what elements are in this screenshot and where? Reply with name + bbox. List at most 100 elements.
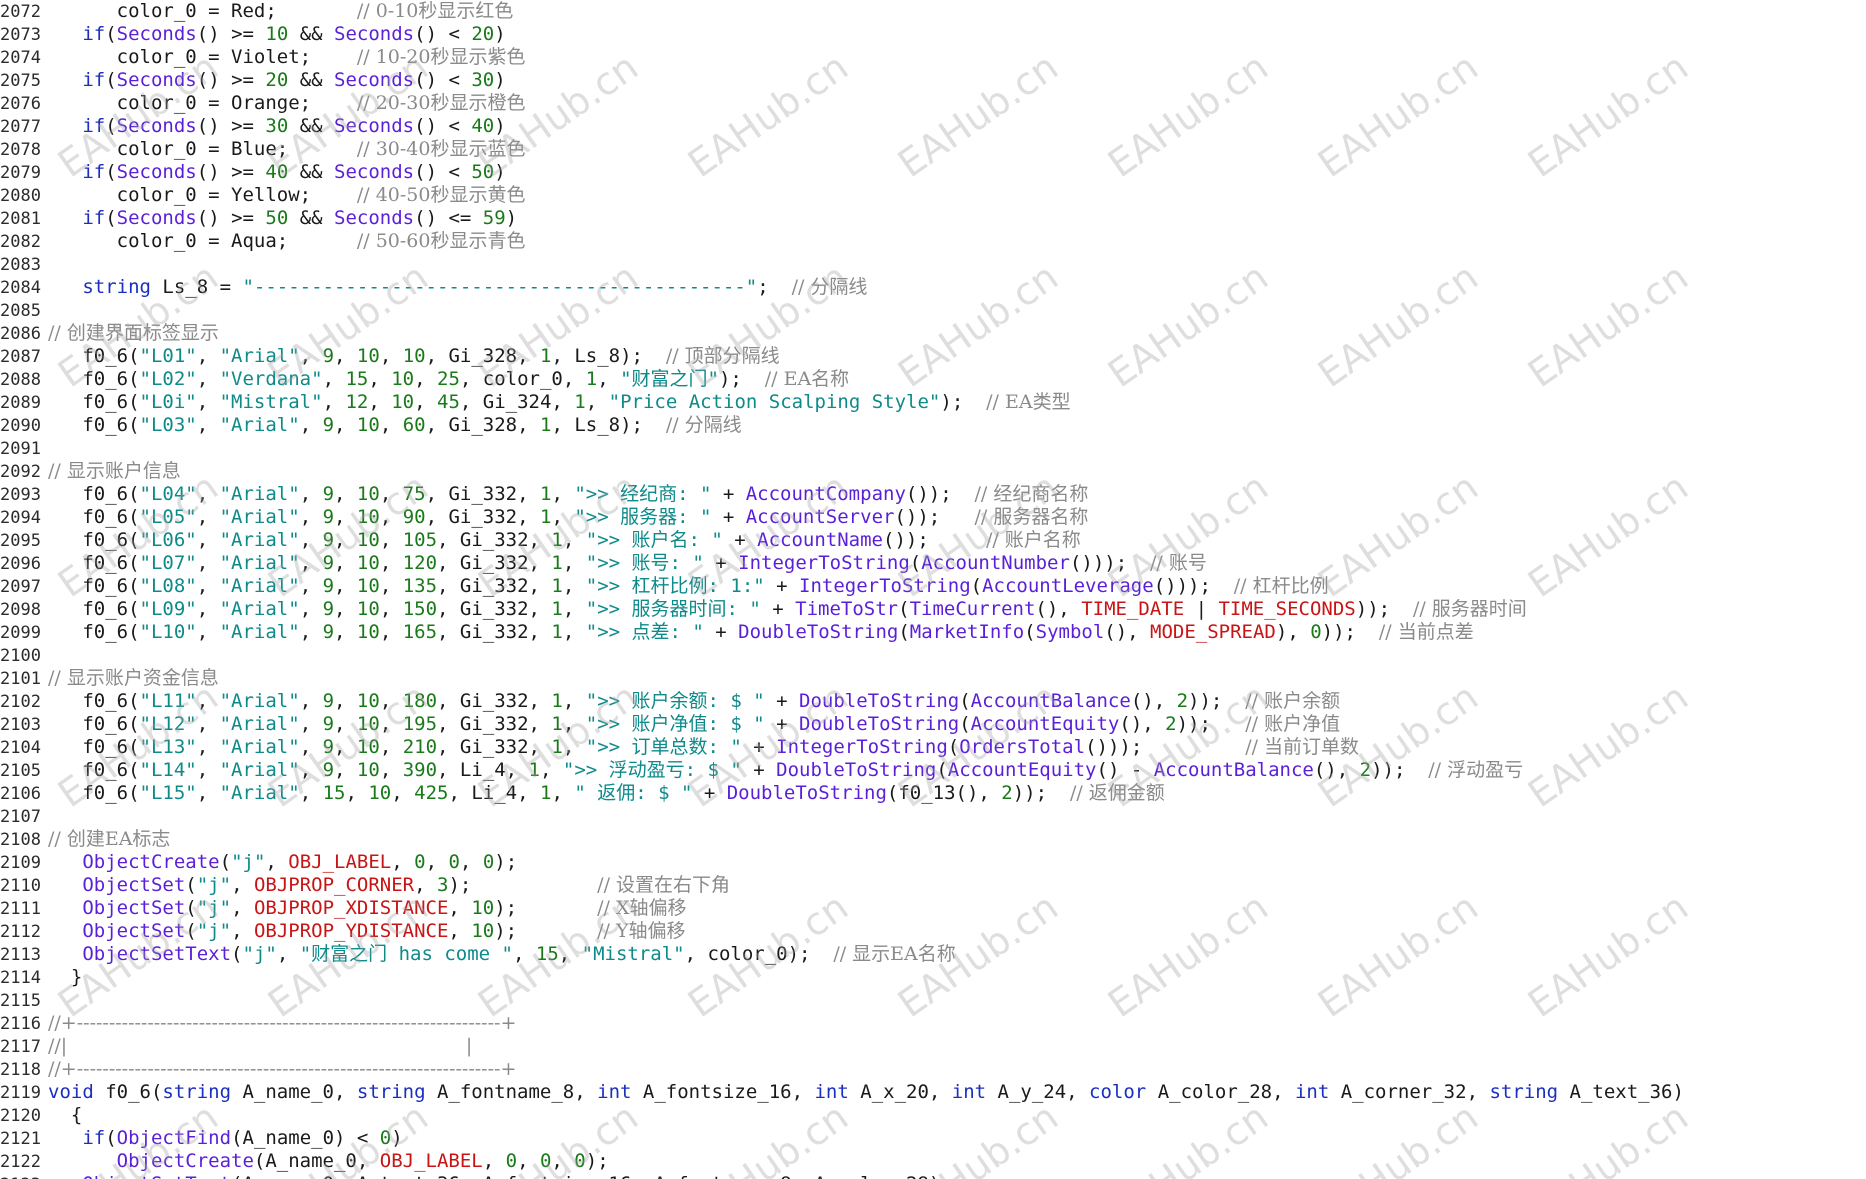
code-line[interactable]: 2116 //+---------------------------------… — [0, 1012, 1866, 1035]
code-line[interactable]: 2087 f0_6("L01", "Arial", 9, 10, 10, Gi_… — [0, 345, 1866, 368]
code-token: ( — [185, 897, 197, 919]
code-token: ); — [940, 391, 987, 413]
code-token: ( — [105, 69, 117, 91]
line-number: 2108 — [0, 830, 41, 850]
code-line[interactable]: 2079 if(Seconds() >= 40 && Seconds() < 5… — [0, 161, 1866, 184]
code-token: "Arial" — [219, 552, 300, 574]
code-line[interactable]: 2113 ObjectSetText("j", "财富之门 has come "… — [0, 943, 1866, 966]
code-token: , — [379, 598, 403, 620]
code-token: ); — [494, 851, 518, 873]
code-line[interactable]: 2121 if(ObjectFind(A_name_0) < 0) — [0, 1127, 1866, 1150]
code-token: Seconds — [116, 115, 197, 137]
code-line[interactable]: 2083 — [0, 253, 1866, 276]
code-line[interactable]: 2085 — [0, 299, 1866, 322]
code-line[interactable]: 2088 f0_6("L02", "Verdana", 15, 10, 25, … — [0, 368, 1866, 391]
code-line[interactable]: 2104 f0_6("L13", "Arial", 9, 10, 210, Gi… — [0, 736, 1866, 759]
code-token: 1 — [539, 506, 552, 528]
code-line[interactable]: 2118 //+---------------------------------… — [0, 1058, 1866, 1081]
code-line[interactable]: 2073 if(Seconds() >= 10 && Seconds() < 2… — [0, 23, 1866, 46]
code-token: "L0i" — [139, 391, 197, 413]
code-line[interactable]: 2097 f0_6("L08", "Arial", 9, 10, 135, Gi… — [0, 575, 1866, 598]
code-token: () <= — [414, 207, 483, 229]
code-line[interactable]: 2092 // 显示账户信息 — [0, 460, 1866, 483]
code-line[interactable]: 2074 color_0 = Violet; // 10-20秒显示紫色 — [0, 46, 1866, 69]
code-editor[interactable]: 2072 color_0 = Red; // 0-10秒显示红色 2073 if(… — [0, 0, 1866, 1179]
code-token: , — [558, 943, 582, 965]
code-line[interactable]: 2094 f0_6("L05", "Arial", 9, 10, 90, Gi_… — [0, 506, 1866, 529]
code-line[interactable]: 2110 ObjectSet("j", OBJPROP_CORNER, 3); … — [0, 874, 1866, 897]
code-line[interactable]: 2108 // 创建EA标志 — [0, 828, 1866, 851]
code-token: ( — [947, 736, 960, 758]
code-line[interactable]: 2100 — [0, 644, 1866, 667]
code-token: , — [562, 552, 586, 574]
code-token: 10 — [356, 621, 380, 643]
code-token: , — [562, 713, 586, 735]
code-line[interactable]: 2098 f0_6("L09", "Arial", 9, 10, 150, Gi… — [0, 598, 1866, 621]
code-token: , — [597, 368, 621, 390]
code-token: , — [334, 414, 357, 436]
code-line[interactable]: 2120 { — [0, 1104, 1866, 1127]
code-text: //+-------------------------------------… — [48, 1012, 516, 1034]
code-token: 10 — [356, 690, 380, 712]
code-token: (), — [1104, 621, 1151, 643]
code-line[interactable]: 2099 f0_6("L10", "Arial", 9, 10, 165, Gi… — [0, 621, 1866, 644]
code-token: 10 — [356, 529, 380, 551]
code-line[interactable]: 2106 f0_6("L15", "Arial", 15, 10, 425, L… — [0, 782, 1866, 805]
code-token: 9 — [322, 736, 335, 758]
code-line[interactable]: 2112 ObjectSet("j", OBJPROP_YDISTANCE, 1… — [0, 920, 1866, 943]
code-text: ObjectCreate("j", OBJ_LABEL, 0, 0, 0); — [48, 851, 517, 873]
code-token: IntegerToString — [738, 552, 910, 574]
code-line[interactable]: 2109 ObjectCreate("j", OBJ_LABEL, 0, 0, … — [0, 851, 1866, 874]
code-token: "L03" — [139, 414, 197, 436]
code-token: , — [334, 575, 357, 597]
code-line[interactable]: 2102 f0_6("L11", "Arial", 9, 10, 180, Gi… — [0, 690, 1866, 713]
code-line[interactable]: 2089 f0_6("L0i", "Mistral", 12, 10, 45, … — [0, 391, 1866, 414]
code-token: TIME_DATE — [1081, 598, 1185, 620]
code-line[interactable]: 2095 f0_6("L06", "Arial", 9, 10, 105, Gi… — [0, 529, 1866, 552]
code-token: 390 — [402, 759, 438, 781]
code-token: , — [379, 483, 403, 505]
code-token: 1 — [585, 368, 598, 390]
code-line[interactable]: 2084 string Ls_8 = "--------------------… — [0, 276, 1866, 299]
code-line[interactable]: 2091 — [0, 437, 1866, 460]
code-line[interactable]: 2090 f0_6("L03", "Arial", 9, 10, 60, Gi_… — [0, 414, 1866, 437]
code-line[interactable]: 2122 ObjectCreate(A_name_0, OBJ_LABEL, 0… — [0, 1150, 1866, 1173]
code-token: , — [379, 759, 403, 781]
code-line[interactable]: 2078 color_0 = Blue; // 30-40秒显示蓝色 — [0, 138, 1866, 161]
code-text: void f0_6(string A_name_0, string A_font… — [48, 1081, 1684, 1103]
code-text: f0_6("L08", "Arial", 9, 10, 135, Gi_332,… — [48, 575, 1328, 597]
code-token: 30 — [471, 69, 495, 91]
code-token: "L09" — [139, 598, 197, 620]
code-line[interactable]: 2080 color_0 = Yellow; // 40-50秒显示黄色 — [0, 184, 1866, 207]
code-token: ); — [494, 897, 598, 919]
code-line[interactable]: 2107 — [0, 805, 1866, 828]
code-line[interactable]: 2115 — [0, 989, 1866, 1012]
code-line[interactable]: 2093 f0_6("L04", "Arial", 9, 10, 75, Gi_… — [0, 483, 1866, 506]
code-token: 10 — [265, 23, 289, 45]
code-token: 9 — [322, 690, 335, 712]
code-line[interactable]: 2114 } — [0, 966, 1866, 989]
code-token: A_x_20, — [848, 1081, 952, 1103]
code-token: , — [562, 690, 586, 712]
code-text: ObjectSetText("j", "财富之门 has come ", 15,… — [48, 943, 955, 965]
code-token: if — [82, 1127, 106, 1149]
code-line[interactable]: 2101 // 显示账户资金信息 — [0, 667, 1866, 690]
code-line[interactable]: 2072 color_0 = Red; // 0-10秒显示红色 — [0, 0, 1866, 23]
code-line[interactable]: 2119 void f0_6(string A_name_0, string A_… — [0, 1081, 1866, 1104]
code-line[interactable]: 2111 ObjectSet("j", OBJPROP_XDISTANCE, 1… — [0, 897, 1866, 920]
code-line[interactable]: 2077 if(Seconds() >= 30 && Seconds() < 4… — [0, 115, 1866, 138]
code-line[interactable]: 2123 ObjectSetText(A_name_0, A_text_36, … — [0, 1173, 1866, 1179]
code-line[interactable]: 2076 color_0 = Orange; // 20-30秒显示橙色 — [0, 92, 1866, 115]
code-line[interactable]: 2117 //| | — [0, 1035, 1866, 1058]
code-line[interactable]: 2103 f0_6("L12", "Arial", 9, 10, 195, Gi… — [0, 713, 1866, 736]
code-line[interactable]: 2082 color_0 = Aqua; // 50-60秒显示青色 — [0, 230, 1866, 253]
code-line[interactable]: 2081 if(Seconds() >= 50 && Seconds() <= … — [0, 207, 1866, 230]
code-line[interactable]: 2105 f0_6("L14", "Arial", 9, 10, 390, Li… — [0, 759, 1866, 782]
code-line[interactable]: 2075 if(Seconds() >= 20 && Seconds() < 3… — [0, 69, 1866, 92]
code-text: { — [48, 1104, 82, 1126]
code-token: () >= — [196, 207, 266, 229]
code-line[interactable]: 2086 // 创建界面标签显示 — [0, 322, 1866, 345]
code-token: , Gi_324, — [459, 391, 575, 413]
code-token: f0_6( — [48, 391, 140, 413]
code-line[interactable]: 2096 f0_6("L07", "Arial", 9, 10, 120, Gi… — [0, 552, 1866, 575]
